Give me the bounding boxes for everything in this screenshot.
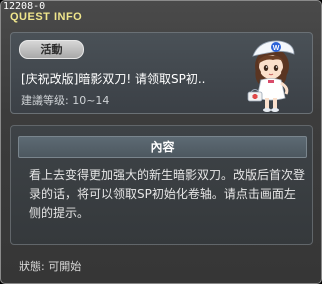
content-header: 內容 [18, 136, 307, 158]
quest-summary-panel: 活動 [庆祝改版]暗影双刀! 请领取SP初.. 建議等级: 10~14 W [10, 32, 313, 114]
quest-status: 狀態: 可開始 [19, 260, 82, 273]
quest-category-badge: 活動 [19, 40, 84, 59]
window-title: QUEST INFO [10, 11, 83, 23]
quest-info-window: 12208-0 QUEST INFO 活動 [庆祝改版]暗影双刀! 请领取SP初… [0, 0, 322, 284]
quest-title: [庆祝改版]暗影双刀! 请领取SP初.. [21, 72, 206, 86]
nurse-girl-npc-icon: W [247, 40, 295, 112]
quest-description: 看上去变得更加强大的新生暗影双刀。改版后首次登录的话，将可以领取SP初始化卷轴。… [29, 168, 306, 220]
cap-logo: W [273, 45, 280, 52]
recommended-level: 建議等级: 10~14 [21, 94, 110, 107]
quest-content-panel: 內容 看上去变得更加强大的新生暗影双刀。改版后首次登录的话，将可以领取SP初始化… [10, 125, 313, 245]
